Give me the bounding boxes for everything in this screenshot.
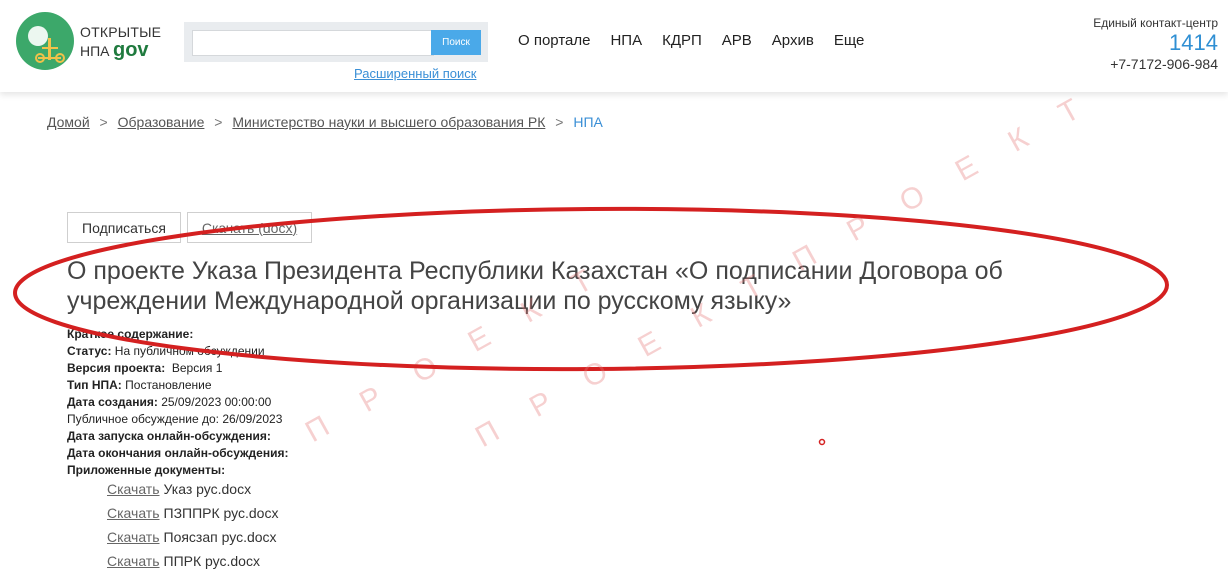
contact-center: Единый контакт-центр 1414 +7-7172-906-98…	[1093, 16, 1218, 72]
logo-gov: gov	[113, 39, 149, 61]
list-item: Скачать ПЗППРК рус.docx	[107, 501, 278, 525]
contact-label: Единый контакт-центр	[1093, 16, 1218, 30]
contact-number[interactable]: 1414	[1093, 30, 1218, 56]
detail-row-online-start: Дата запуска онлайн-обсуждения:	[67, 428, 288, 445]
detail-row-summary: Краткое содержание:	[67, 326, 288, 343]
detail-row-created: Дата создания: 25/09/2023 00:00:00	[67, 394, 288, 411]
file-name: Поясзап рус.docx	[163, 529, 277, 545]
detail-label: Приложенные документы:	[67, 463, 226, 477]
detail-label: Публичное обсуждение до:	[67, 412, 219, 426]
download-docx-button[interactable]: Скачать (docx)	[187, 212, 312, 243]
detail-row-discussion-until: Публичное обсуждение до: 26/09/2023	[67, 411, 288, 428]
list-item: Скачать Указ рус.docx	[107, 477, 278, 501]
file-download-link[interactable]: Скачать	[107, 505, 160, 521]
search-button[interactable]: Поиск	[431, 30, 481, 55]
detail-row-online-end: Дата окончания онлайн-обсуждения:	[67, 445, 288, 462]
advanced-search-link[interactable]: Расширенный поиск	[354, 66, 476, 81]
subscribe-button[interactable]: Подписаться	[67, 212, 181, 243]
breadcrumb-home[interactable]: Домой	[47, 114, 90, 130]
attached-files: Скачать Указ рус.docx Скачать ПЗППРК рус.d…	[107, 477, 278, 573]
file-name: ПЗППРК рус.docx	[163, 505, 279, 521]
file-name: Указ рус.docx	[163, 481, 252, 497]
nav-item-more[interactable]: Еще	[834, 32, 865, 49]
detail-value: Постановление	[125, 378, 212, 392]
contact-phone[interactable]: +7-7172-906-984	[1093, 56, 1218, 72]
logo-line1: ОТКРЫТЫЕ	[80, 24, 162, 40]
detail-label: Дата окончания онлайн-обсуждения:	[67, 446, 289, 460]
file-name: ППРК рус.docx	[163, 553, 260, 569]
detail-label: Дата запуска онлайн-обсуждения:	[67, 429, 271, 443]
main-nav: О портале НПА КДРП АРВ Архив Еще	[518, 32, 884, 49]
nav-item-kdrp[interactable]: КДРП	[662, 32, 702, 49]
detail-row-type: Тип НПА: Постановление	[67, 377, 288, 394]
nav-item-arv[interactable]: АРВ	[722, 32, 752, 49]
detail-value: На публичном обсуждении	[114, 344, 265, 358]
nav-item-about[interactable]: О портале	[518, 32, 590, 49]
list-item: Скачать ППРК рус.docx	[107, 549, 278, 573]
search-bar: Поиск	[184, 22, 488, 62]
site-header: ОТКРЫТЫЕ НПА gov Поиск Расширенный поиск…	[0, 0, 1228, 92]
breadcrumb-education[interactable]: Образование	[118, 114, 205, 130]
detail-label: Статус:	[67, 344, 112, 358]
nav-item-npa[interactable]: НПА	[610, 32, 642, 49]
logo-emblem-icon	[16, 12, 74, 70]
breadcrumb-separator: >	[214, 114, 223, 130]
document-details: Краткое содержание: Статус: На публичном…	[67, 326, 288, 479]
file-download-link[interactable]: Скачать	[107, 553, 160, 569]
detail-label: Тип НПА:	[67, 378, 122, 392]
detail-value: 26/09/2023	[222, 412, 283, 426]
breadcrumb-ministry[interactable]: Министерство науки и высшего образования…	[232, 114, 545, 130]
detail-label: Версия проекта:	[67, 361, 166, 375]
detail-value: 25/09/2023 00:00:00	[161, 395, 272, 409]
detail-value: Версия 1	[171, 361, 223, 375]
breadcrumb-separator: >	[555, 114, 564, 130]
portal-logo[interactable]: ОТКРЫТЫЕ НПА gov	[16, 12, 166, 72]
file-download-link[interactable]: Скачать	[107, 481, 160, 497]
file-download-link[interactable]: Скачать	[107, 529, 160, 545]
nav-item-archive[interactable]: Архив	[772, 32, 814, 49]
breadcrumb-current: НПА	[573, 114, 603, 130]
breadcrumb-separator: >	[99, 114, 108, 130]
detail-row-status: Статус: На публичном обсуждении	[67, 343, 288, 360]
search-input[interactable]	[192, 30, 434, 56]
detail-row-version: Версия проекта: Версия 1	[67, 360, 288, 377]
detail-label: Краткое содержание:	[67, 327, 194, 341]
logo-line2: НПА	[80, 43, 110, 59]
detail-label: Дата создания:	[67, 395, 158, 409]
breadcrumb: Домой > Образование > Министерство науки…	[47, 114, 603, 130]
list-item: Скачать Поясзап рус.docx	[107, 525, 278, 549]
